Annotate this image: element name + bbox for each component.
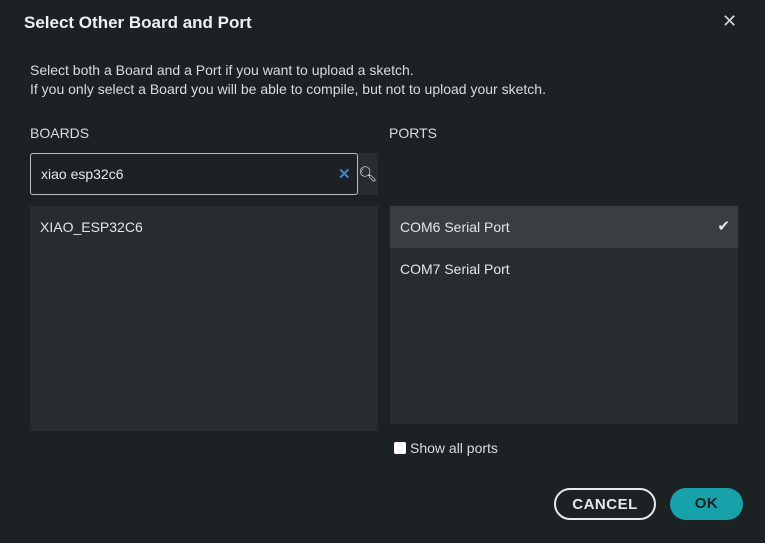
boards-label: BOARDS (30, 125, 90, 141)
ports-list: COM6 Serial Port ✔ COM7 Serial Port (390, 206, 738, 424)
search-icon[interactable]: 🔍︎ (358, 165, 377, 183)
port-label: COM6 Serial Port (400, 219, 510, 235)
close-icon[interactable]: ✕ (722, 11, 737, 32)
board-search (30, 153, 378, 195)
cancel-button[interactable]: CANCEL (554, 488, 656, 520)
check-icon: ✔ (717, 218, 730, 235)
show-all-ports-checkbox[interactable]: Show all ports (394, 440, 498, 456)
clear-search-icon[interactable]: ✕ (338, 165, 351, 183)
port-item-com6[interactable]: COM6 Serial Port ✔ (390, 206, 738, 248)
description-line-1: Select both a Board and a Port if you wa… (30, 62, 414, 78)
port-label: COM7 Serial Port (400, 261, 510, 277)
ports-label: PORTS (389, 125, 437, 141)
port-item-com7[interactable]: COM7 Serial Port (390, 248, 738, 290)
checkbox-icon[interactable] (394, 442, 406, 454)
board-item[interactable]: XIAO_ESP32C6 (30, 206, 378, 248)
board-search-input[interactable] (30, 153, 358, 195)
ok-button[interactable]: OK (670, 488, 743, 520)
show-all-ports-label: Show all ports (410, 440, 498, 456)
dialog-title: Select Other Board and Port (24, 13, 252, 32)
boards-list: XIAO_ESP32C6 (30, 206, 378, 431)
description-line-2: If you only select a Board you will be a… (30, 81, 546, 97)
